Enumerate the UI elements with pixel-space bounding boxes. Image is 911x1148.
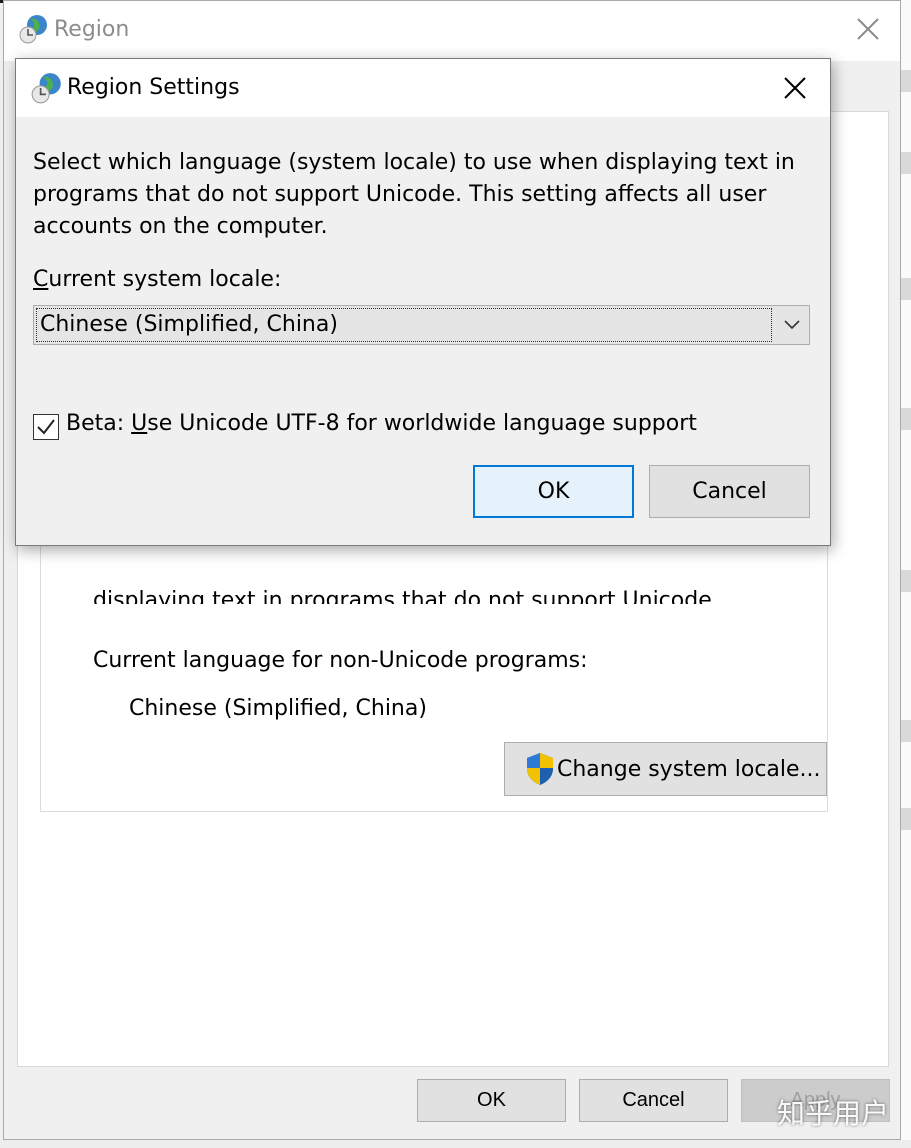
utf8-label-text: se Unicode UTF-8 for worldwide language … bbox=[147, 411, 697, 436]
locale-label-text: urrent system locale: bbox=[48, 267, 282, 292]
groupbox-description: displaying text in programs that do not … bbox=[93, 588, 719, 604]
system-locale-selected-value: Chinese (Simplified, China) bbox=[36, 308, 772, 342]
globe-icon bbox=[31, 73, 61, 104]
utf8-label-accelerator: U bbox=[131, 411, 148, 436]
current-language-label: Current language for non-Unicode program… bbox=[93, 648, 588, 673]
desktop-bottom-edge bbox=[0, 1140, 911, 1148]
locale-label-accelerator: C bbox=[33, 267, 49, 292]
change-system-locale-label: Change system locale... bbox=[557, 756, 821, 782]
uac-shield-icon bbox=[527, 753, 553, 785]
dialog-ok-button[interactable]: OK bbox=[473, 465, 634, 518]
utf8-label-prefix: Beta: bbox=[66, 411, 132, 436]
watermark: 知乎用户 bbox=[776, 1097, 889, 1130]
utf8-beta-checkbox[interactable] bbox=[33, 414, 59, 440]
checkmark-icon bbox=[37, 419, 55, 435]
dialog-title: Region Settings bbox=[67, 75, 240, 100]
current-system-locale-label: Current system locale: bbox=[33, 267, 281, 292]
dialog-cancel-button[interactable]: Cancel bbox=[649, 465, 810, 518]
system-locale-dropdown[interactable]: Chinese (Simplified, China) bbox=[33, 305, 810, 345]
change-system-locale-button[interactable]: Change system locale... bbox=[504, 742, 827, 796]
background-window-glyphs bbox=[901, 60, 911, 860]
region-titlebar[interactable]: Region bbox=[4, 1, 900, 61]
region-window-title: Region bbox=[54, 17, 130, 42]
chevron-down-icon[interactable] bbox=[779, 312, 805, 338]
current-language-value: Chinese (Simplified, China) bbox=[129, 696, 427, 721]
globe-icon bbox=[19, 15, 47, 44]
close-icon bbox=[784, 77, 806, 99]
region-settings-dialog: Region Settings Select which language (s… bbox=[15, 58, 831, 546]
region-ok-button[interactable]: OK bbox=[417, 1079, 566, 1122]
region-close-button[interactable] bbox=[850, 11, 886, 47]
region-cancel-button[interactable]: Cancel bbox=[579, 1079, 728, 1122]
close-icon bbox=[857, 18, 879, 40]
dialog-description: Select which language (system locale) to… bbox=[33, 150, 795, 239]
utf8-beta-label[interactable]: Beta: Use Unicode UTF-8 for worldwide la… bbox=[66, 411, 697, 436]
dialog-titlebar[interactable]: Region Settings bbox=[16, 59, 830, 117]
dialog-close-button[interactable] bbox=[776, 69, 814, 107]
